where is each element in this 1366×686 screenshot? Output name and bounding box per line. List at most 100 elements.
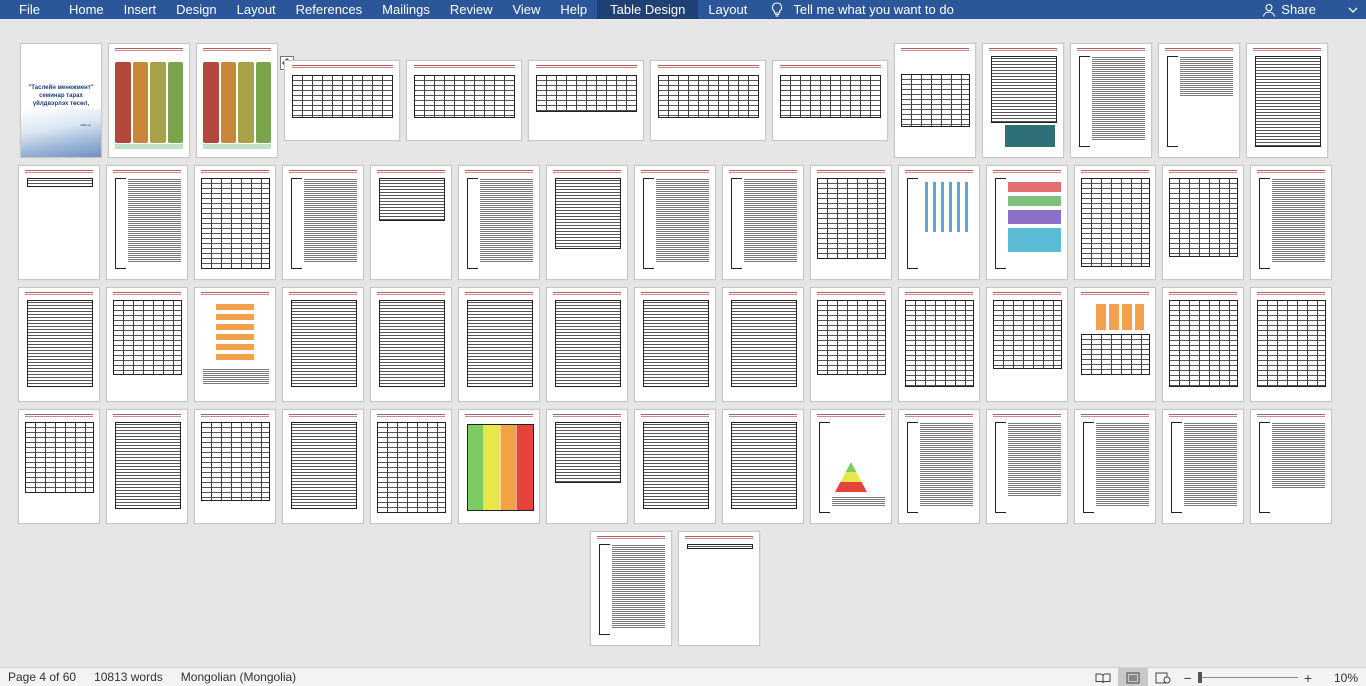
zoom-level[interactable]: 10% [1326,671,1366,685]
page-thumbnail-7[interactable] [650,60,766,141]
web-layout-button[interactable] [1148,668,1178,686]
page-thumbnail-24[interactable] [898,165,980,280]
page-thumbnail-25[interactable] [986,165,1068,280]
document-canvas[interactable]: "Таслейн менежмент" семинар тарах үйлдвэ… [0,19,1366,667]
page-thumbnail-37[interactable] [722,287,804,402]
tab-table-design[interactable]: Table Design [597,0,699,19]
person-icon [1263,3,1276,17]
word-count[interactable]: 10813 words [94,670,163,684]
print-layout-button[interactable] [1117,668,1148,686]
page-thumbnail-10[interactable] [982,43,1064,158]
status-bar: Page 4 of 60 10813 words Mongolian (Mong… [0,667,1366,686]
share-button[interactable]: Share [1262,0,1316,19]
page-thumbnail-6[interactable] [528,60,644,141]
page-thumbnail-58[interactable] [1250,409,1332,524]
page-thumbnail-15[interactable] [106,165,188,280]
page-thumbnail-47[interactable] [282,409,364,524]
page-thumbnail-13[interactable] [1246,43,1328,158]
page-thumbnail-9[interactable] [894,43,976,158]
page-thumbnail-31[interactable] [194,287,276,402]
page-thumbnail-19[interactable] [458,165,540,280]
page-thumbnail-28[interactable] [1250,165,1332,280]
page-thumbnail-53[interactable] [810,409,892,524]
page-thumbnail-48[interactable] [370,409,452,524]
page-thumbnail-40[interactable] [986,287,1068,402]
cover-year: 2023 он [80,123,91,127]
page-thumbnail-4[interactable] [284,60,400,141]
page-thumbnail-34[interactable] [458,287,540,402]
ribbon-display-options[interactable] [1348,0,1358,19]
page-thumbnail-14[interactable] [18,165,100,280]
tab-review[interactable]: Review [440,0,503,19]
tell-me-label: Tell me what you want to do [793,2,954,17]
page-thumbnail-42[interactable] [1162,287,1244,402]
page-thumbnail-26[interactable] [1074,165,1156,280]
page-thumbnail-20[interactable] [546,165,628,280]
tell-me-search[interactable]: Tell me what you want to do [771,0,954,19]
tab-design[interactable]: Design [166,0,226,19]
tab-table-layout[interactable]: Layout [698,0,757,19]
zoom-slider-thumb[interactable] [1197,672,1202,683]
page-thumbnail-30[interactable] [106,287,188,402]
page-count[interactable]: Page 4 of 60 [8,670,76,684]
infographic [115,62,183,143]
tab-references[interactable]: References [286,0,372,19]
page-thumbnail-35[interactable] [546,287,628,402]
cover-decoration [21,109,101,157]
page-thumbnail-21[interactable] [634,165,716,280]
page-thumbnail-36[interactable] [634,287,716,402]
page-thumbnail-1[interactable]: "Таслейн менежмент" семинар тарах үйлдвэ… [20,43,102,158]
page-thumbnail-52[interactable] [722,409,804,524]
ribbon-tab-bar: File Home Insert Design Layout Reference… [0,0,1366,19]
tab-insert[interactable]: Insert [114,0,167,19]
page-thumbnail-8[interactable] [772,60,888,141]
infographic [203,62,271,143]
page-thumbnail-18[interactable] [370,165,452,280]
read-mode-button[interactable] [1088,668,1118,686]
page-thumbnail-51[interactable] [634,409,716,524]
zoom-out-button[interactable]: − [1178,670,1198,686]
page-thumbnail-59[interactable] [590,531,672,646]
share-label: Share [1281,2,1316,17]
page-thumbnail-2[interactable] [108,43,190,158]
page-thumbnail-11[interactable] [1070,43,1152,158]
page-thumbnail-38[interactable] [810,287,892,402]
language-indicator[interactable]: Mongolian (Mongolia) [181,670,296,684]
page-thumbnail-33[interactable] [370,287,452,402]
zoom-slider[interactable] [1197,672,1298,683]
zoom-in-button[interactable]: + [1298,670,1318,686]
cover-title: "Таслейн менежмент" семинар тарах үйлдвэ… [28,85,94,107]
page-thumbnail-27[interactable] [1162,165,1244,280]
tab-layout[interactable]: Layout [227,0,286,19]
page-thumbnail-5[interactable] [406,60,522,141]
tab-help[interactable]: Help [550,0,597,19]
view-zoom-controls: − + 10% [1088,668,1366,686]
page-thumbnail-39[interactable] [898,287,980,402]
tab-home[interactable]: Home [59,0,114,19]
lightbulb-icon [772,2,783,17]
page-thumbnail-55[interactable] [986,409,1068,524]
page-thumbnail-43[interactable] [1250,287,1332,402]
page-thumbnail-22[interactable] [722,165,804,280]
page-thumbnail-23[interactable] [810,165,892,280]
page-thumbnail-54[interactable] [898,409,980,524]
page-thumbnail-3[interactable] [196,43,278,158]
page-thumbnail-17[interactable] [282,165,364,280]
page-thumbnail-16[interactable] [194,165,276,280]
page-thumbnail-56[interactable] [1074,409,1156,524]
page-thumbnail-12[interactable] [1158,43,1240,158]
page-thumbnail-45[interactable] [106,409,188,524]
tab-view[interactable]: View [502,0,550,19]
page-thumbnail-29[interactable] [18,287,100,402]
page-thumbnail-57[interactable] [1162,409,1244,524]
tab-file[interactable]: File [0,0,59,19]
page-thumbnail-41[interactable] [1074,287,1156,402]
page-thumbnail-50[interactable] [546,409,628,524]
tab-mailings[interactable]: Mailings [372,0,440,19]
page-thumbnail-32[interactable] [282,287,364,402]
page-thumbnail-44[interactable] [18,409,100,524]
page-thumbnail-46[interactable] [194,409,276,524]
page-thumbnail-60[interactable] [678,531,760,646]
page-thumbnail-49[interactable] [458,409,540,524]
chevron-down-icon [1348,7,1358,13]
